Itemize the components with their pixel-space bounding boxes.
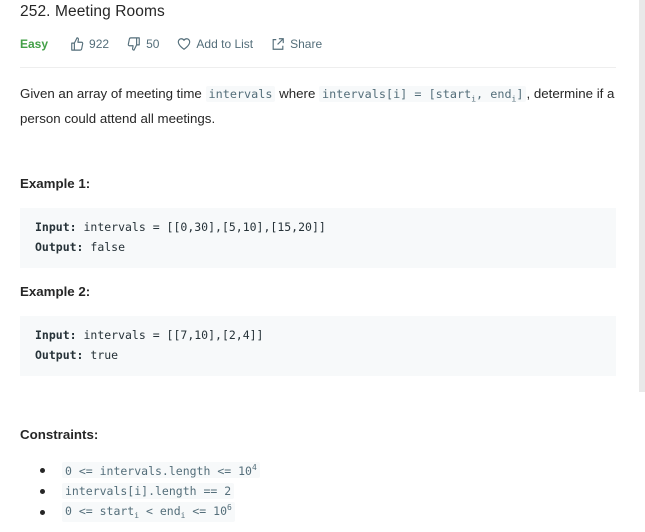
problem-title: 252. Meeting Rooms [20, 3, 165, 20]
example-1-input: Input: intervals = [[0,30],[5,10],[15,20… [35, 220, 326, 234]
add-to-list-button[interactable]: Add to List [177, 37, 253, 51]
description-text: where [275, 86, 320, 101]
thumbs-down-icon [127, 37, 140, 51]
constraint-item: intervals[i].length == 2 [40, 482, 235, 500]
example-2-title: Example 2: [20, 284, 91, 299]
constraint-code: 0 <= starti < endi <= 106 [62, 502, 235, 522]
dislike-button[interactable]: 50 [127, 37, 159, 51]
difficulty-badge: Easy [20, 37, 49, 51]
example-2-input: Input: intervals = [[7,10],[2,4]] [35, 328, 264, 342]
thumbs-up-icon [71, 37, 84, 51]
heart-icon [178, 38, 191, 50]
description-text: Given an array of meeting time [20, 86, 206, 101]
dislike-count: 50 [146, 37, 160, 51]
example-1-box: Input: intervals = [[0,30],[5,10],[15,20… [20, 208, 616, 268]
like-count: 922 [89, 37, 110, 51]
example-2-box: Input: intervals = [[7,10],[2,4]] Output… [20, 316, 616, 376]
problem-description: Given an array of meeting time intervals… [20, 84, 620, 129]
like-button[interactable]: 922 [70, 37, 109, 51]
share-icon [272, 38, 284, 50]
bullet [40, 509, 45, 515]
inline-code: intervals [205, 86, 276, 102]
constraint-item: 0 <= starti < endi <= 106 [40, 502, 235, 522]
share-button[interactable]: Share [271, 37, 322, 51]
bullet [40, 467, 45, 473]
example-1-title: Example 1: [20, 176, 91, 191]
share-label: Share [290, 37, 323, 51]
add-to-list-label: Add to List [196, 37, 254, 51]
example-1-output: Output: false [35, 240, 126, 254]
inline-code: intervals[i] = [starti, endi] [319, 86, 527, 103]
header-divider [20, 67, 616, 68]
example-2-output: Output: true [35, 348, 119, 362]
problem-meta: Easy 922 50 Add to List Share [20, 36, 340, 52]
constraints-title: Constraints: [20, 427, 99, 442]
constraint-item: 0 <= intervals.length <= 104 [40, 461, 260, 479]
constraint-code: intervals[i].length == 2 [62, 483, 235, 499]
bullet [40, 488, 45, 494]
constraint-code: 0 <= intervals.length <= 104 [62, 461, 260, 479]
vertical-scrollbar[interactable] [639, 0, 645, 392]
problem-page: 252. Meeting Rooms Easy 922 50 Add to Li… [0, 0, 645, 532]
